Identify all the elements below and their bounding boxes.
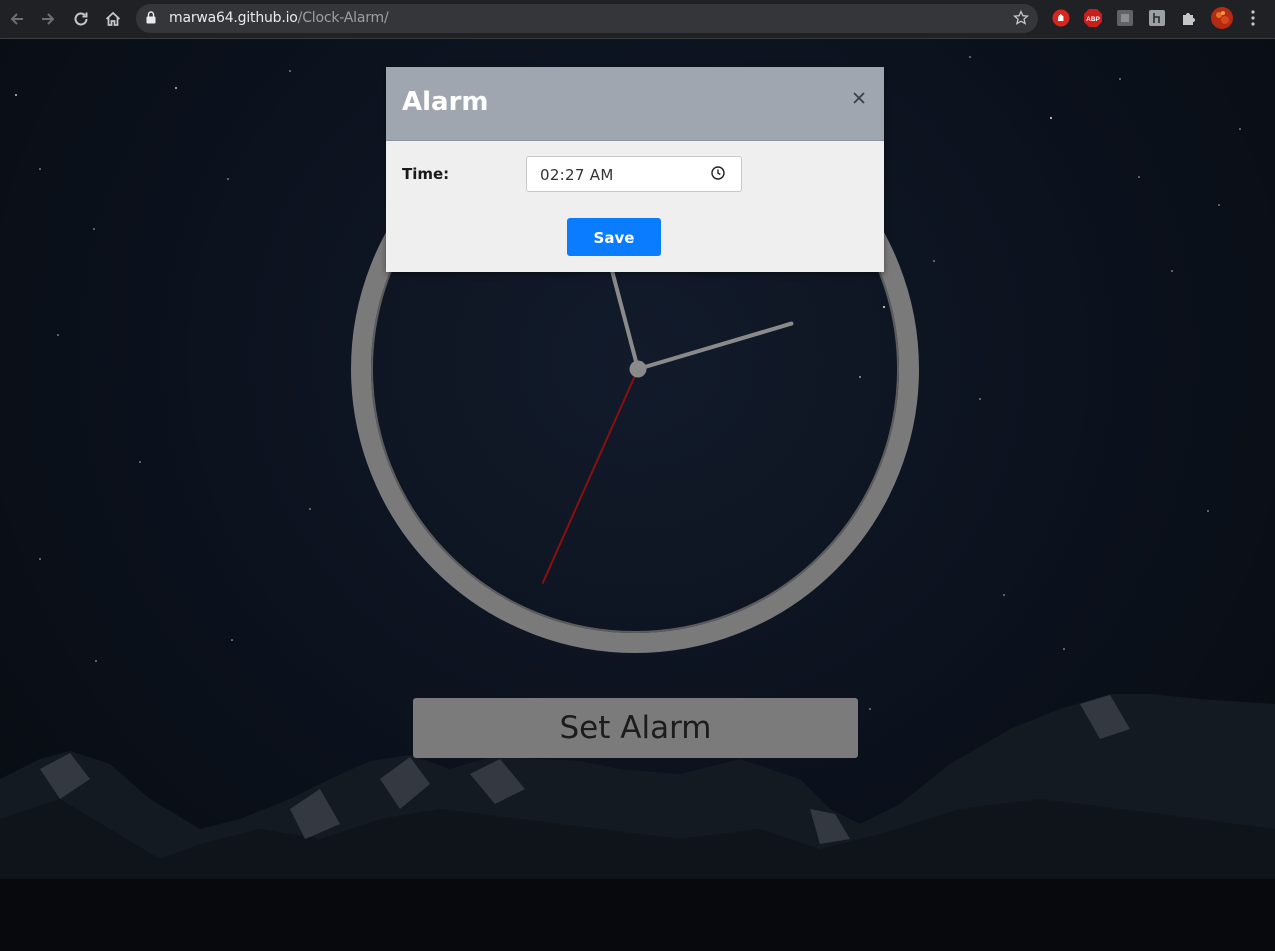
hour-hand xyxy=(636,321,794,371)
browser-toolbar: marwa64.github.io/Clock-Alarm/ ABP xyxy=(0,0,1275,39)
adblock-icon[interactable]: ABP xyxy=(1083,8,1103,28)
back-icon[interactable] xyxy=(5,7,29,31)
modal-header: Alarm xyxy=(386,67,884,141)
address-bar[interactable]: marwa64.github.io/Clock-Alarm/ xyxy=(136,4,1038,33)
alarm-time-input[interactable]: 02:27 AM xyxy=(526,156,742,192)
close-icon[interactable] xyxy=(848,87,870,109)
extensions-puzzle-icon[interactable] xyxy=(1179,8,1199,28)
save-button[interactable]: Save xyxy=(567,218,661,256)
time-value: 02:27 AM xyxy=(540,166,614,184)
modal-title: Alarm xyxy=(402,87,489,117)
url-host: marwa64.github.io xyxy=(169,10,298,26)
set-alarm-button[interactable]: Set Alarm xyxy=(413,698,858,758)
extension-placeholder-icon[interactable] xyxy=(1115,8,1135,28)
bookmark-star-icon[interactable] xyxy=(1012,9,1030,31)
stop-extension-icon[interactable] xyxy=(1051,8,1071,28)
page-background: Set Alarm Alarm Time: 02:27 AM Save xyxy=(0,39,1275,951)
reload-icon[interactable] xyxy=(69,7,93,31)
url-path: /Clock-Alarm/ xyxy=(297,10,389,26)
svg-text:ABP: ABP xyxy=(1086,16,1100,23)
forward-icon[interactable] xyxy=(36,7,60,31)
alarm-modal: Alarm Time: 02:27 AM Save xyxy=(386,67,884,272)
lock-icon xyxy=(146,11,156,29)
url-text: marwa64.github.io/Clock-Alarm/ xyxy=(169,10,389,26)
extension-script-icon[interactable] xyxy=(1147,8,1167,28)
time-label: Time: xyxy=(402,165,450,183)
clock-center-pin xyxy=(629,360,647,378)
second-hand xyxy=(541,368,639,585)
home-icon[interactable] xyxy=(101,7,125,31)
clock-icon[interactable] xyxy=(711,166,725,185)
profile-avatar-icon[interactable] xyxy=(1210,6,1234,30)
menu-kebab-icon[interactable] xyxy=(1243,8,1263,28)
